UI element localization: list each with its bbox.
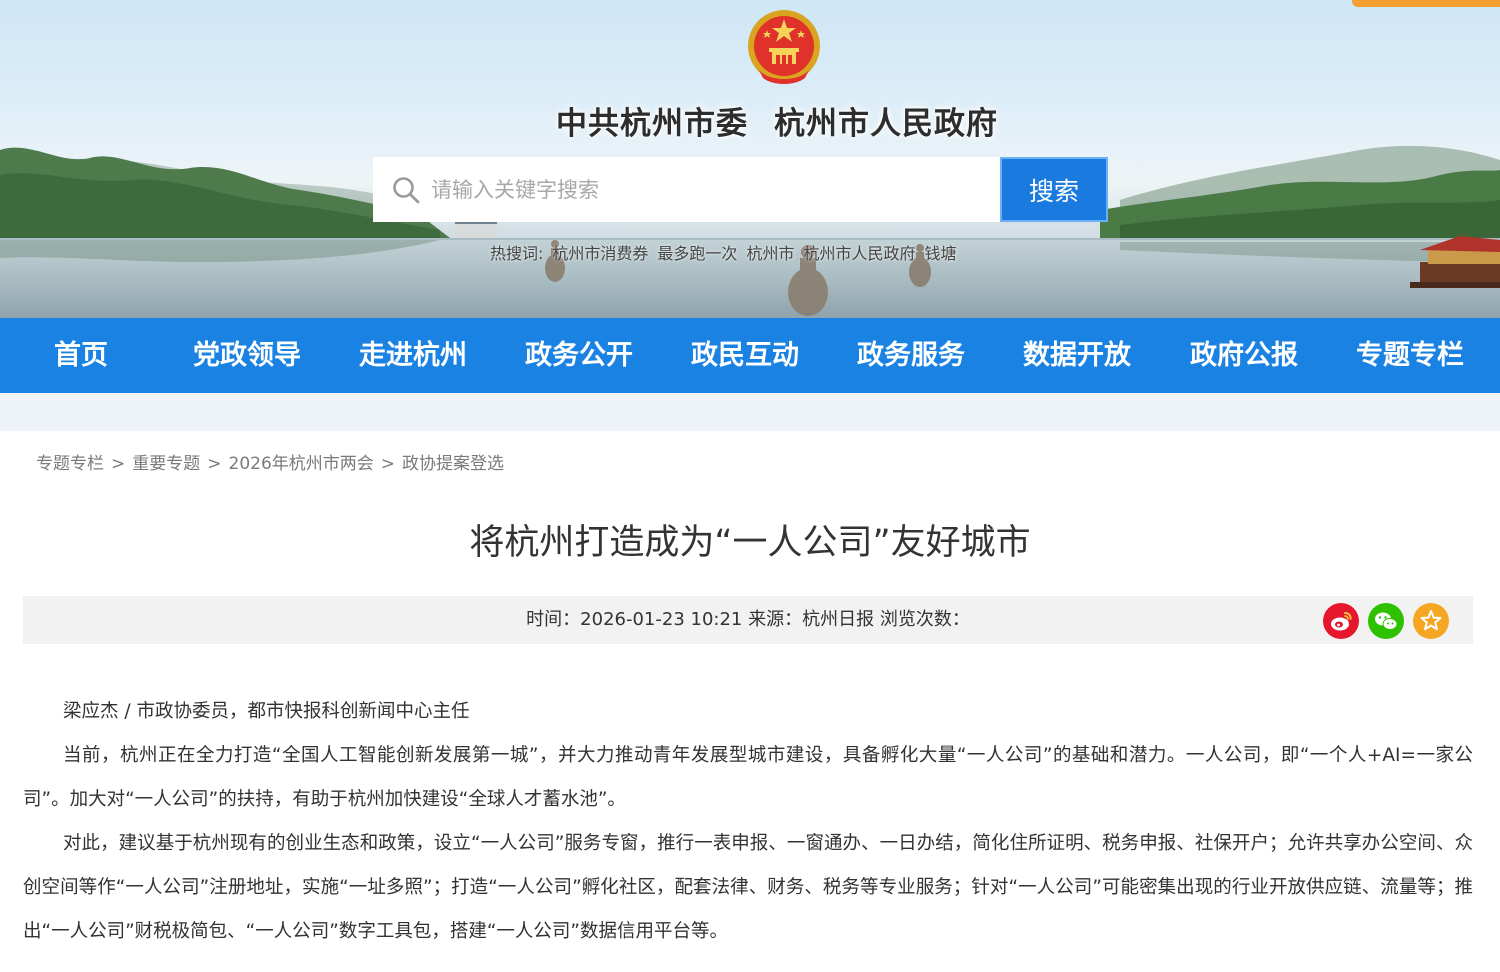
nav-item-interaction[interactable]: 政民互动	[675, 318, 815, 393]
title-gov: 杭州市人民政府	[774, 106, 998, 142]
article-paragraph: 当前，杭州正在全力打造“全国人工智能创新发展第一城”，并大力推动青年发展型城市建…	[23, 745, 1473, 810]
hot-word-link[interactable]: 杭州市人民政府	[803, 244, 915, 263]
nav-item-home[interactable]: 首页	[11, 318, 151, 393]
nav-item-gov-affairs[interactable]: 政务公开	[509, 318, 649, 393]
wechat-icon[interactable]	[1368, 603, 1404, 639]
hot-word-link[interactable]: 杭州市	[746, 244, 794, 263]
article-paragraph: 梁应杰 / 市政协委员，都市快报科创新闻中心主任	[63, 701, 470, 722]
nav-item-services[interactable]: 政务服务	[841, 318, 981, 393]
article-body: 梁应杰 / 市政协委员，都市快报科创新闻中心主任 当前，杭州正在全力打造“全国人…	[23, 690, 1473, 954]
title-party: 中共杭州市委	[556, 106, 748, 142]
nav-item-special-topics[interactable]: 专题专栏	[1340, 318, 1480, 393]
breadcrumb-link[interactable]: 专题专栏	[36, 454, 104, 474]
hot-word-link[interactable]: 杭州市消费券	[552, 244, 648, 263]
breadcrumb-separator: >	[111, 454, 126, 474]
site-title: 中共杭州市委 杭州市人民政府	[556, 98, 1011, 143]
nav-item-gazette[interactable]: 政府公报	[1174, 318, 1314, 393]
breadcrumb-link[interactable]: 重要专题	[132, 454, 200, 474]
breadcrumb-separator: >	[207, 454, 222, 474]
weibo-icon[interactable]	[1323, 603, 1359, 639]
breadcrumb: 专题专栏 > 重要专题 >2026年杭州市两会 > 政协提案登选	[36, 449, 504, 474]
hot-word-link[interactable]: 最多跑一次	[657, 244, 737, 263]
hot-search-label: 热搜词:	[490, 244, 544, 263]
search-icon	[393, 177, 420, 204]
breadcrumb-link[interactable]: 政协提案登选	[402, 454, 504, 474]
nav-item-about-hangzhou[interactable]: 走进杭州	[343, 318, 483, 393]
favorite-star-icon[interactable]	[1413, 603, 1449, 639]
search-box	[373, 157, 1000, 222]
hot-search-words: 热搜词: 杭州市消费券 最多跑一次 杭州市 杭州市人民政府 钱塘	[490, 240, 965, 264]
header-banner: 中共杭州市委杭州市人民政府 搜索 热搜词:杭州市消费券最多跑一次杭州市杭州市人民…	[0, 0, 1500, 318]
article-meta: 时间：2026-01-23 10:21 来源：杭州日报 浏览次数：	[526, 609, 970, 630]
search-input[interactable]	[431, 157, 991, 222]
article-meta-bar: 时间：2026-01-23 10:21 来源：杭州日报 浏览次数：	[23, 596, 1473, 644]
nav-item-leaders[interactable]: 党政领导	[177, 318, 317, 393]
nav-item-open-data[interactable]: 数据开放	[1007, 318, 1147, 393]
corner-tab	[1352, 0, 1500, 7]
main-nav: 首页 党政领导 走进杭州 政务公开 政民互动 政务服务 数据开放 政府公报 专题…	[0, 318, 1500, 393]
search-button[interactable]: 搜索	[1000, 157, 1108, 222]
breadcrumb-link[interactable]: 2026年杭州市两会	[229, 454, 374, 474]
article-title: 将杭州打造成为“一人公司”友好城市	[469, 523, 1031, 563]
national-emblem-icon	[748, 10, 820, 84]
nav-sub-band	[0, 393, 1500, 431]
breadcrumb-separator: >	[380, 454, 396, 474]
article-paragraph: 对此，建议基于杭州现有的创业生态和政策，设立“一人公司”服务专窗，推行一表申报、…	[23, 833, 1473, 942]
hot-word-link[interactable]: 钱塘	[924, 244, 956, 263]
